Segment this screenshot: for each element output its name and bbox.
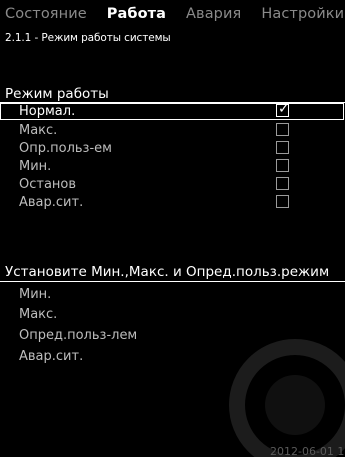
mode-option-stop[interactable]: Останов (0, 176, 345, 193)
breadcrumb: 2.1.1 - Режим работы системы (5, 32, 171, 44)
mode-option-normal[interactable]: Нормал. ✓ (0, 101, 344, 120)
set-modes-title: Установите Мин.,Макс. и Опред.польз.режи… (5, 264, 330, 280)
tab-bar: Состояние Работа Авария Настройки (5, 6, 345, 28)
mode-checkbox-min[interactable] (276, 159, 289, 172)
mode-option-min[interactable]: Мин. (0, 158, 345, 175)
mode-option-max[interactable]: Макс. (0, 122, 345, 139)
mode-checkbox-stop[interactable] (276, 177, 289, 190)
set-mode-item-emergency[interactable]: Авар.сит. (19, 349, 83, 364)
screen: Состояние Работа Авария Настройки 2.1.1 … (0, 0, 345, 457)
mode-option-emergency[interactable]: Авар.сит. (0, 194, 345, 211)
timestamp: 2012-06-01 18:33 (270, 445, 345, 457)
mode-checkbox-emergency[interactable] (276, 195, 289, 208)
mode-checkbox-normal[interactable]: ✓ (276, 101, 290, 117)
set-mode-item-min[interactable]: Мин. (19, 287, 51, 302)
mode-checkbox-max[interactable] (276, 123, 289, 136)
mode-option-label: Мин. (19, 159, 52, 174)
tab-alarm[interactable]: Авария (186, 6, 241, 28)
mode-option-label: Макс. (19, 123, 58, 138)
tab-settings[interactable]: Настройки (261, 6, 344, 28)
mode-option-label: Нормал. (19, 104, 76, 119)
mode-checkbox-user-defined[interactable] (276, 141, 289, 154)
divider (0, 281, 345, 282)
mode-option-label: Авар.сит. (19, 195, 84, 210)
mode-option-user-defined[interactable]: Опр.польз-ем (0, 140, 345, 157)
set-mode-item-max[interactable]: Макс. (19, 307, 57, 322)
mode-option-label: Останов (19, 177, 77, 192)
checkmark-icon: ✓ (278, 101, 290, 117)
operating-mode-title: Режим работы (5, 86, 109, 102)
tab-operation[interactable]: Работа (107, 6, 166, 28)
grundfos-logo-watermark-icon (229, 339, 345, 457)
tab-status[interactable]: Состояние (5, 6, 87, 28)
set-mode-item-user-defined[interactable]: Опред.польз-лем (19, 328, 137, 343)
mode-option-label: Опр.польз-ем (19, 141, 112, 156)
